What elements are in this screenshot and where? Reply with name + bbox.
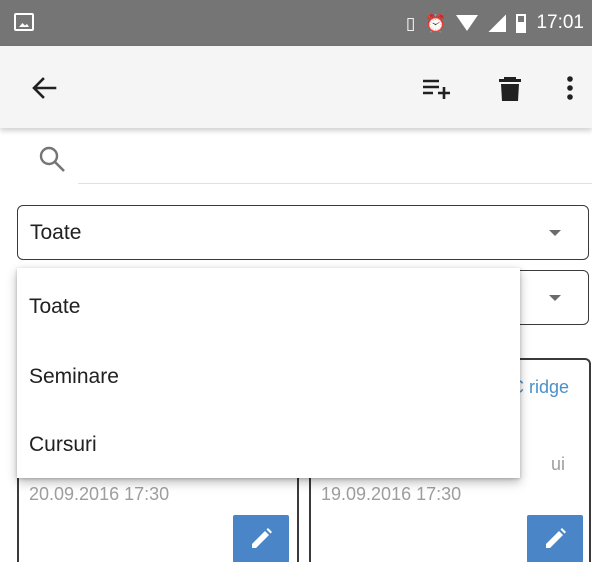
vibrate-icon: ▯ bbox=[405, 13, 416, 33]
menu-option-seminare[interactable]: Seminare bbox=[17, 342, 520, 412]
event-subtitle: ui bbox=[550, 454, 565, 474]
app-toolbar bbox=[0, 46, 592, 128]
more-vert-icon[interactable] bbox=[552, 68, 588, 108]
signal-icon bbox=[488, 14, 507, 32]
edit-button[interactable] bbox=[233, 515, 289, 562]
event-date: 20.09.2016 17:30 bbox=[29, 484, 170, 504]
pencil-icon bbox=[546, 528, 566, 548]
dropdown-arrow-icon bbox=[549, 295, 561, 301]
dropdown-menu: Toate Seminare Cursuri bbox=[17, 268, 520, 478]
status-time: 17:01 bbox=[536, 12, 584, 33]
event-date: 19.09.2016 17:30 bbox=[321, 484, 462, 504]
dropdown-arrow-icon bbox=[549, 230, 561, 236]
delete-icon[interactable] bbox=[490, 68, 530, 108]
battery-icon bbox=[516, 13, 527, 33]
menu-option-toate[interactable]: Toate bbox=[17, 272, 520, 342]
playlist-add-icon[interactable] bbox=[414, 68, 454, 108]
wifi-icon bbox=[456, 15, 479, 31]
back-arrow-icon[interactable] bbox=[24, 68, 64, 108]
image-icon bbox=[14, 13, 34, 31]
menu-option-cursuri[interactable]: Cursuri bbox=[17, 410, 520, 480]
category-select[interactable]: Toate bbox=[17, 205, 589, 260]
status-icons: ▯ ⏰ 17:01 bbox=[406, 10, 584, 36]
edit-button[interactable] bbox=[527, 515, 583, 562]
pencil-icon bbox=[252, 528, 272, 548]
search-icon bbox=[36, 143, 70, 177]
category-select-value: Toate bbox=[30, 221, 82, 244]
alarm-icon: ⏰ bbox=[425, 13, 447, 33]
status-bar: ▯ ⏰ 17:01 bbox=[0, 0, 592, 46]
search-input[interactable] bbox=[78, 140, 592, 184]
